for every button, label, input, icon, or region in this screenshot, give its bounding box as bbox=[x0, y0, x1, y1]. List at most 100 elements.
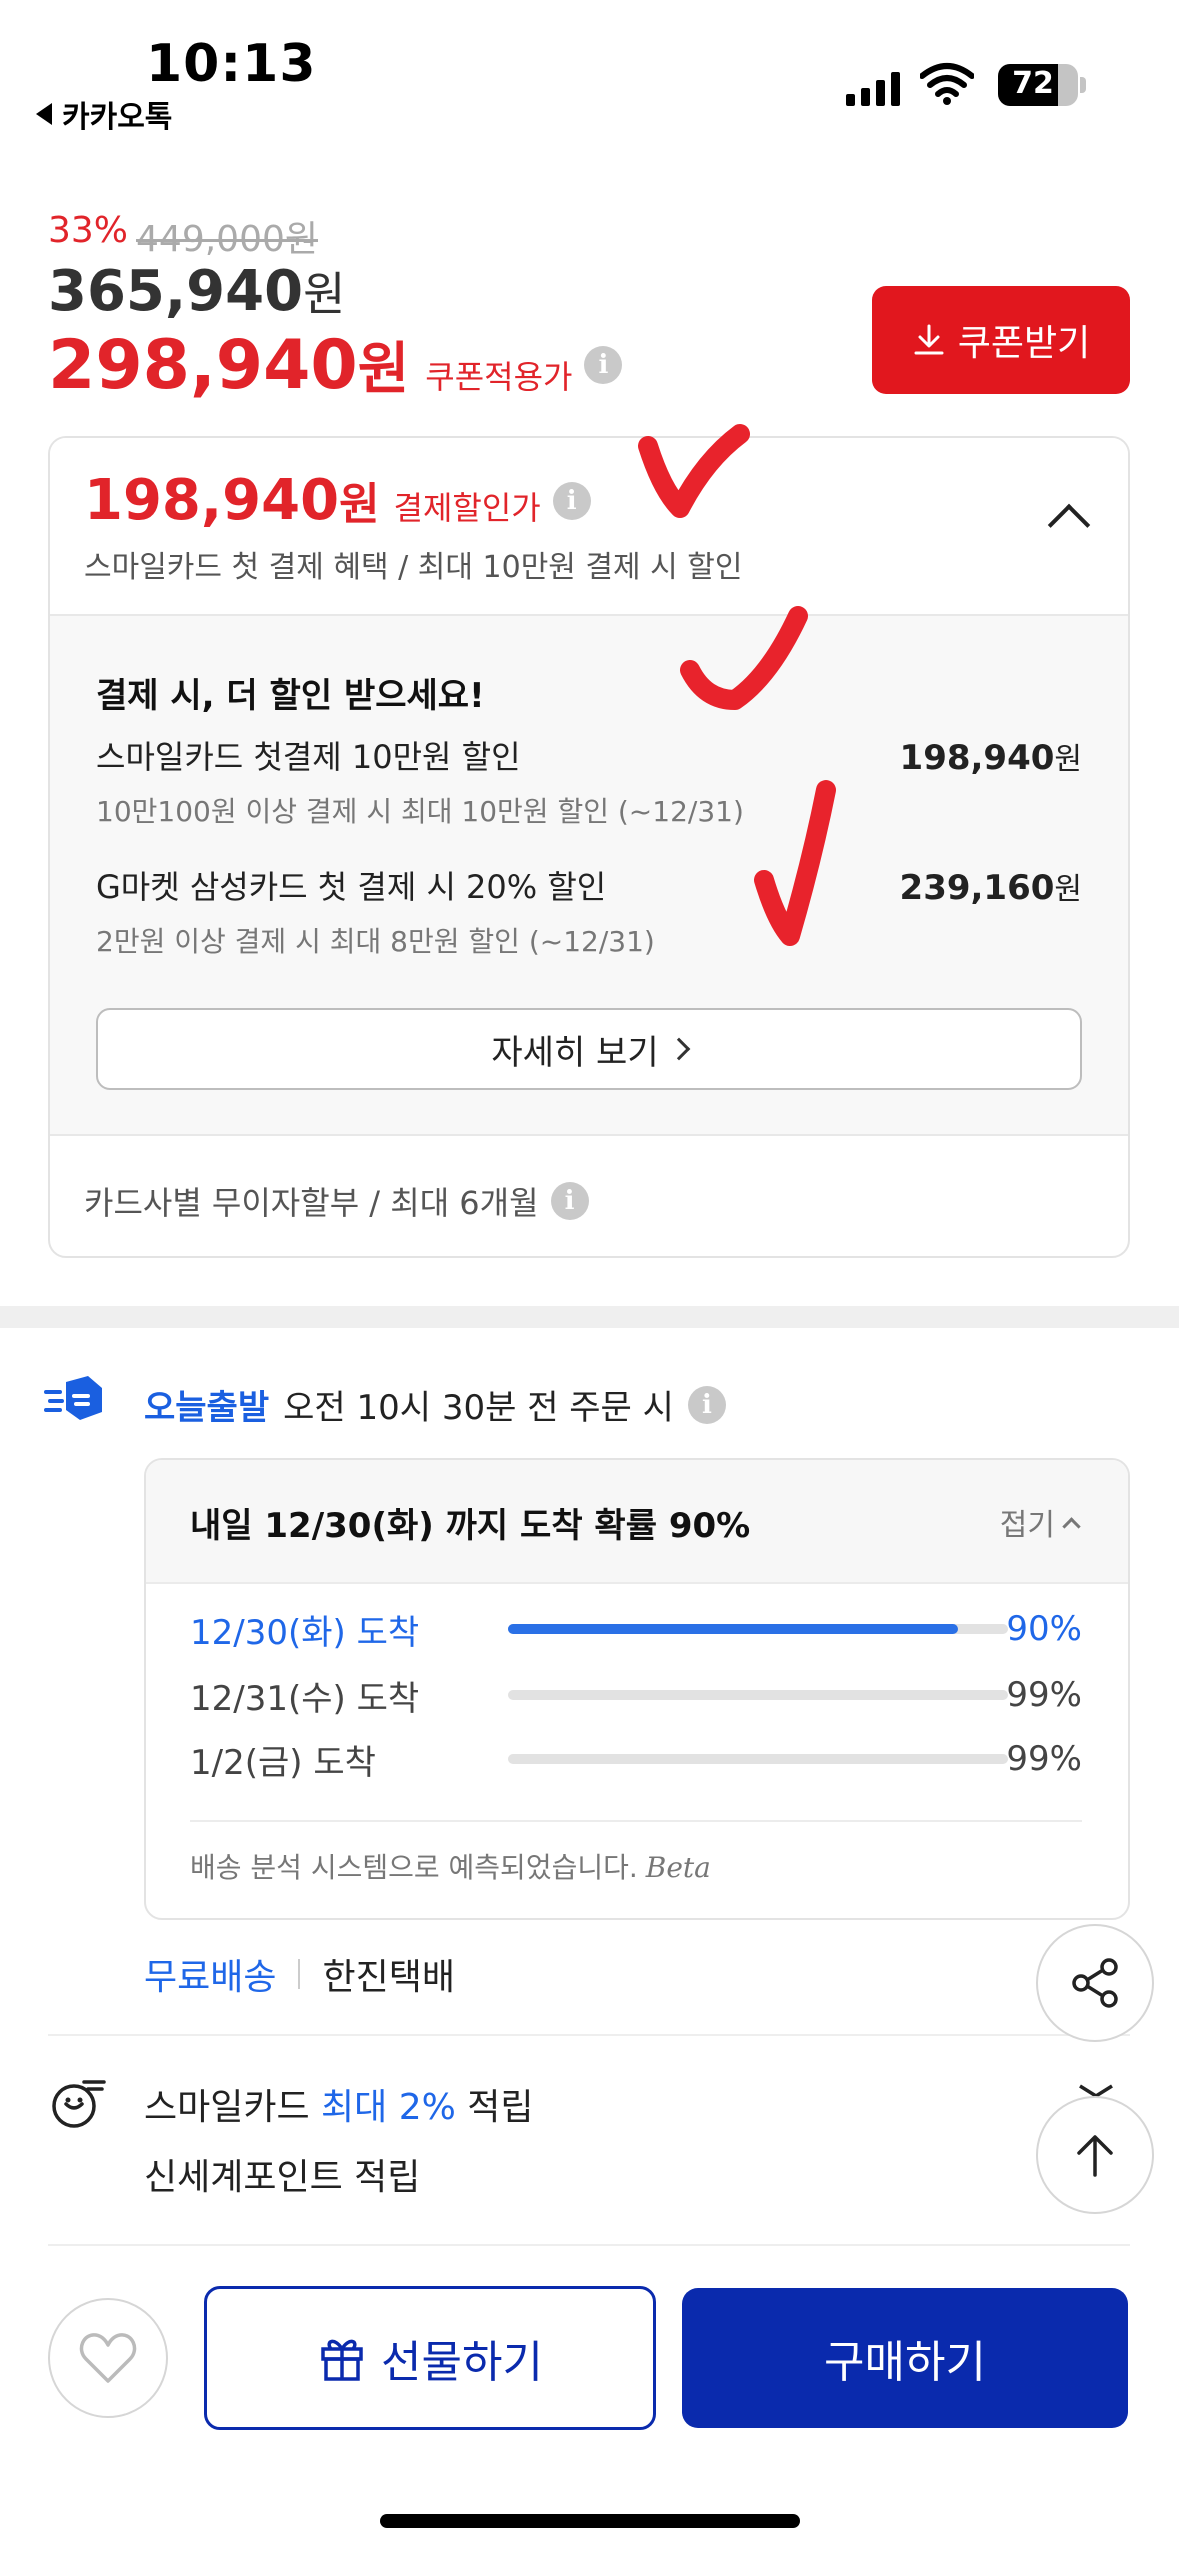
fold-button[interactable]: 접기 bbox=[999, 1500, 1081, 1544]
discount-percent: 33% bbox=[48, 210, 129, 251]
chevron-up-icon[interactable] bbox=[1047, 503, 1091, 547]
payment-discount-panel: 198,940 원 결제할인가 i 스마일카드 첫 결제 혜택 / 최대 10만… bbox=[48, 436, 1130, 1258]
chevron-up-icon bbox=[1062, 1516, 1081, 1536]
arrival-probability-panel: 내일 12/30(화) 까지 도착 확률 90% 접기 12/30(화) 도착 … bbox=[144, 1458, 1130, 1920]
arrival-title: 내일 12/30(화) 까지 도착 확률 90% bbox=[190, 1506, 751, 1546]
buy-button-label: 구매하기 bbox=[824, 2337, 986, 2388]
arrival-row: 1/2(금) 도착 99% bbox=[190, 1734, 1082, 1784]
scroll-top-button[interactable] bbox=[1036, 2096, 1154, 2214]
reward-suffix: 적립 bbox=[455, 2087, 534, 2128]
arrival-header: 내일 12/30(화) 까지 도착 확률 90% 접기 bbox=[146, 1460, 1128, 1584]
offer-item: G마켓 삼성카드 첫 결제 시 20% 할인 2만원 이상 결제 시 최대 8만… bbox=[96, 862, 1082, 960]
offer-description: 2만원 이상 결제 시 최대 8만원 할인 (~12/31) bbox=[96, 925, 655, 958]
probability-bar bbox=[508, 1754, 1008, 1764]
probability-bar bbox=[508, 1624, 1008, 1634]
download-icon bbox=[914, 324, 944, 355]
info-icon[interactable]: i bbox=[550, 1182, 589, 1220]
payment-price-unit: 원 bbox=[339, 479, 380, 530]
share-icon bbox=[1072, 1958, 1118, 2008]
offer-amount: 198,940원 bbox=[900, 734, 1082, 778]
arrival-date: 1/2(금) 도착 bbox=[190, 1742, 376, 1783]
share-button[interactable] bbox=[1036, 1924, 1154, 2042]
view-details-label: 자세히 보기 bbox=[491, 1032, 659, 1073]
battery-icon: 72 bbox=[998, 64, 1078, 106]
info-icon[interactable]: i bbox=[687, 1385, 726, 1424]
payment-discount-header[interactable]: 198,940 원 결제할인가 i 스마일카드 첫 결제 혜택 / 최대 10만… bbox=[50, 438, 1128, 616]
coupon-button-label: 쿠폰받기 bbox=[957, 323, 1091, 364]
payment-price-number: 198,940 bbox=[84, 468, 340, 533]
reward-prefix: 스마일카드 bbox=[144, 2087, 322, 2128]
prediction-note-text: 배송 분석 시스템으로 예측되었습니다. bbox=[190, 1851, 638, 1884]
gift-button[interactable]: 선물하기 bbox=[204, 2286, 656, 2430]
heart-icon bbox=[79, 2333, 137, 2383]
signal-icon bbox=[846, 70, 900, 106]
shinsegae-reward: 신세계포인트 적립 bbox=[144, 2157, 421, 2198]
truck-icon bbox=[44, 1376, 102, 1420]
battery-level: 72 bbox=[1012, 66, 1054, 101]
offer-description: 10만100원 이상 결제 시 최대 10만원 할인 (~12/31) bbox=[96, 795, 744, 828]
battery-tip bbox=[1080, 77, 1086, 93]
shipping-row: 무료배송 한진택배 bbox=[144, 1948, 455, 2000]
offer-amount-number: 239,160 bbox=[899, 868, 1055, 908]
sale-price-unit: 원 bbox=[303, 267, 346, 321]
payment-subtitle: 스마일카드 첫 결제 혜택 / 최대 10만원 결제 시 할인 bbox=[84, 550, 743, 585]
original-price: 449,000원 bbox=[136, 219, 319, 260]
installment-label: 카드사별 무이자할부 / 최대 6개월 bbox=[84, 1184, 539, 1222]
arrival-percent: 99% bbox=[1006, 1675, 1082, 1715]
smilecard-reward: 스마일카드 최대 2% 적립 bbox=[144, 2078, 534, 2130]
coupon-download-button[interactable]: 쿠폰받기 bbox=[872, 286, 1130, 394]
offer-amount-number: 198,940 bbox=[899, 738, 1055, 778]
payment-price: 198,940 원 결제할인가 i bbox=[84, 468, 591, 533]
chevron-right-icon bbox=[667, 1037, 690, 1061]
arrival-percent: 90% bbox=[1006, 1609, 1082, 1649]
coupon-price-label: 쿠폰적용가 bbox=[425, 358, 573, 396]
offer-amount-unit: 원 bbox=[1054, 872, 1082, 907]
info-icon[interactable]: i bbox=[552, 481, 591, 520]
offer-amount-unit: 원 bbox=[1054, 742, 1082, 777]
back-app-label: 카카오톡 bbox=[62, 100, 173, 135]
buy-button[interactable]: 구매하기 bbox=[682, 2288, 1128, 2428]
divider bbox=[298, 1959, 301, 1989]
arrival-row: 12/31(수) 도착 99% bbox=[190, 1670, 1082, 1720]
coupon-price: 298,940 원 쿠폰적용가 i bbox=[48, 324, 623, 405]
view-details-button[interactable]: 자세히 보기 bbox=[96, 1008, 1082, 1090]
coupon-price-number: 298,940 bbox=[48, 326, 358, 405]
probability-bar-fill bbox=[508, 1624, 958, 1634]
payment-price-label: 결제할인가 bbox=[393, 489, 541, 527]
home-indicator bbox=[380, 2514, 800, 2528]
probability-bar bbox=[508, 1690, 1008, 1700]
arrow-up-icon bbox=[1077, 2135, 1113, 2177]
reward-highlight: 최대 2% bbox=[321, 2087, 456, 2128]
offers-title: 결제 시, 더 할인 받으세요! bbox=[96, 676, 485, 716]
back-arrow-icon bbox=[36, 103, 52, 125]
divider bbox=[48, 2244, 1130, 2246]
beta-badge: Beta bbox=[645, 1851, 711, 1884]
delivery-brand: 오늘출발 bbox=[144, 1388, 270, 1428]
delivery-info: 오늘출발 오전 10시 30분 전 주문 시 i bbox=[144, 1380, 726, 1429]
offer-amount: 239,160원 bbox=[900, 864, 1082, 908]
carrier-name: 한진택배 bbox=[322, 1957, 455, 1998]
coin-icon bbox=[52, 2080, 106, 2128]
prediction-note: 배송 분석 시스템으로 예측되었습니다. Beta bbox=[190, 1846, 711, 1886]
arrival-date: 12/30(화) 도착 bbox=[190, 1612, 420, 1653]
arrival-date: 12/31(수) 도착 bbox=[190, 1678, 420, 1719]
arrival-row: 12/30(화) 도착 90% bbox=[190, 1604, 1082, 1654]
installment-info: 카드사별 무이자할부 / 최대 6개월 i bbox=[84, 1178, 589, 1224]
back-to-app-link[interactable]: 카카오톡 bbox=[36, 92, 172, 136]
payment-offers: 결제 시, 더 할인 받으세요! 스마일카드 첫결제 10만원 할인 10만10… bbox=[50, 616, 1128, 1136]
section-divider bbox=[0, 1306, 1179, 1328]
wishlist-button[interactable] bbox=[48, 2298, 168, 2418]
sale-price-number: 365,940 bbox=[48, 259, 304, 324]
sale-price: 365,940원 bbox=[48, 258, 345, 324]
divider bbox=[48, 2034, 1130, 2036]
fold-label: 접기 bbox=[999, 1508, 1055, 1543]
delivery-condition: 오전 10시 30분 전 주문 시 bbox=[283, 1388, 674, 1428]
free-shipping-label: 무료배송 bbox=[144, 1957, 277, 1998]
gift-icon bbox=[321, 2339, 363, 2381]
info-icon[interactable]: i bbox=[584, 345, 623, 384]
status-time: 10:13 bbox=[146, 34, 317, 94]
discount-row: 33% 449,000원 bbox=[48, 210, 318, 262]
coupon-price-unit: 원 bbox=[357, 337, 410, 402]
divider bbox=[190, 1820, 1082, 1822]
arrival-percent: 99% bbox=[1006, 1739, 1082, 1779]
